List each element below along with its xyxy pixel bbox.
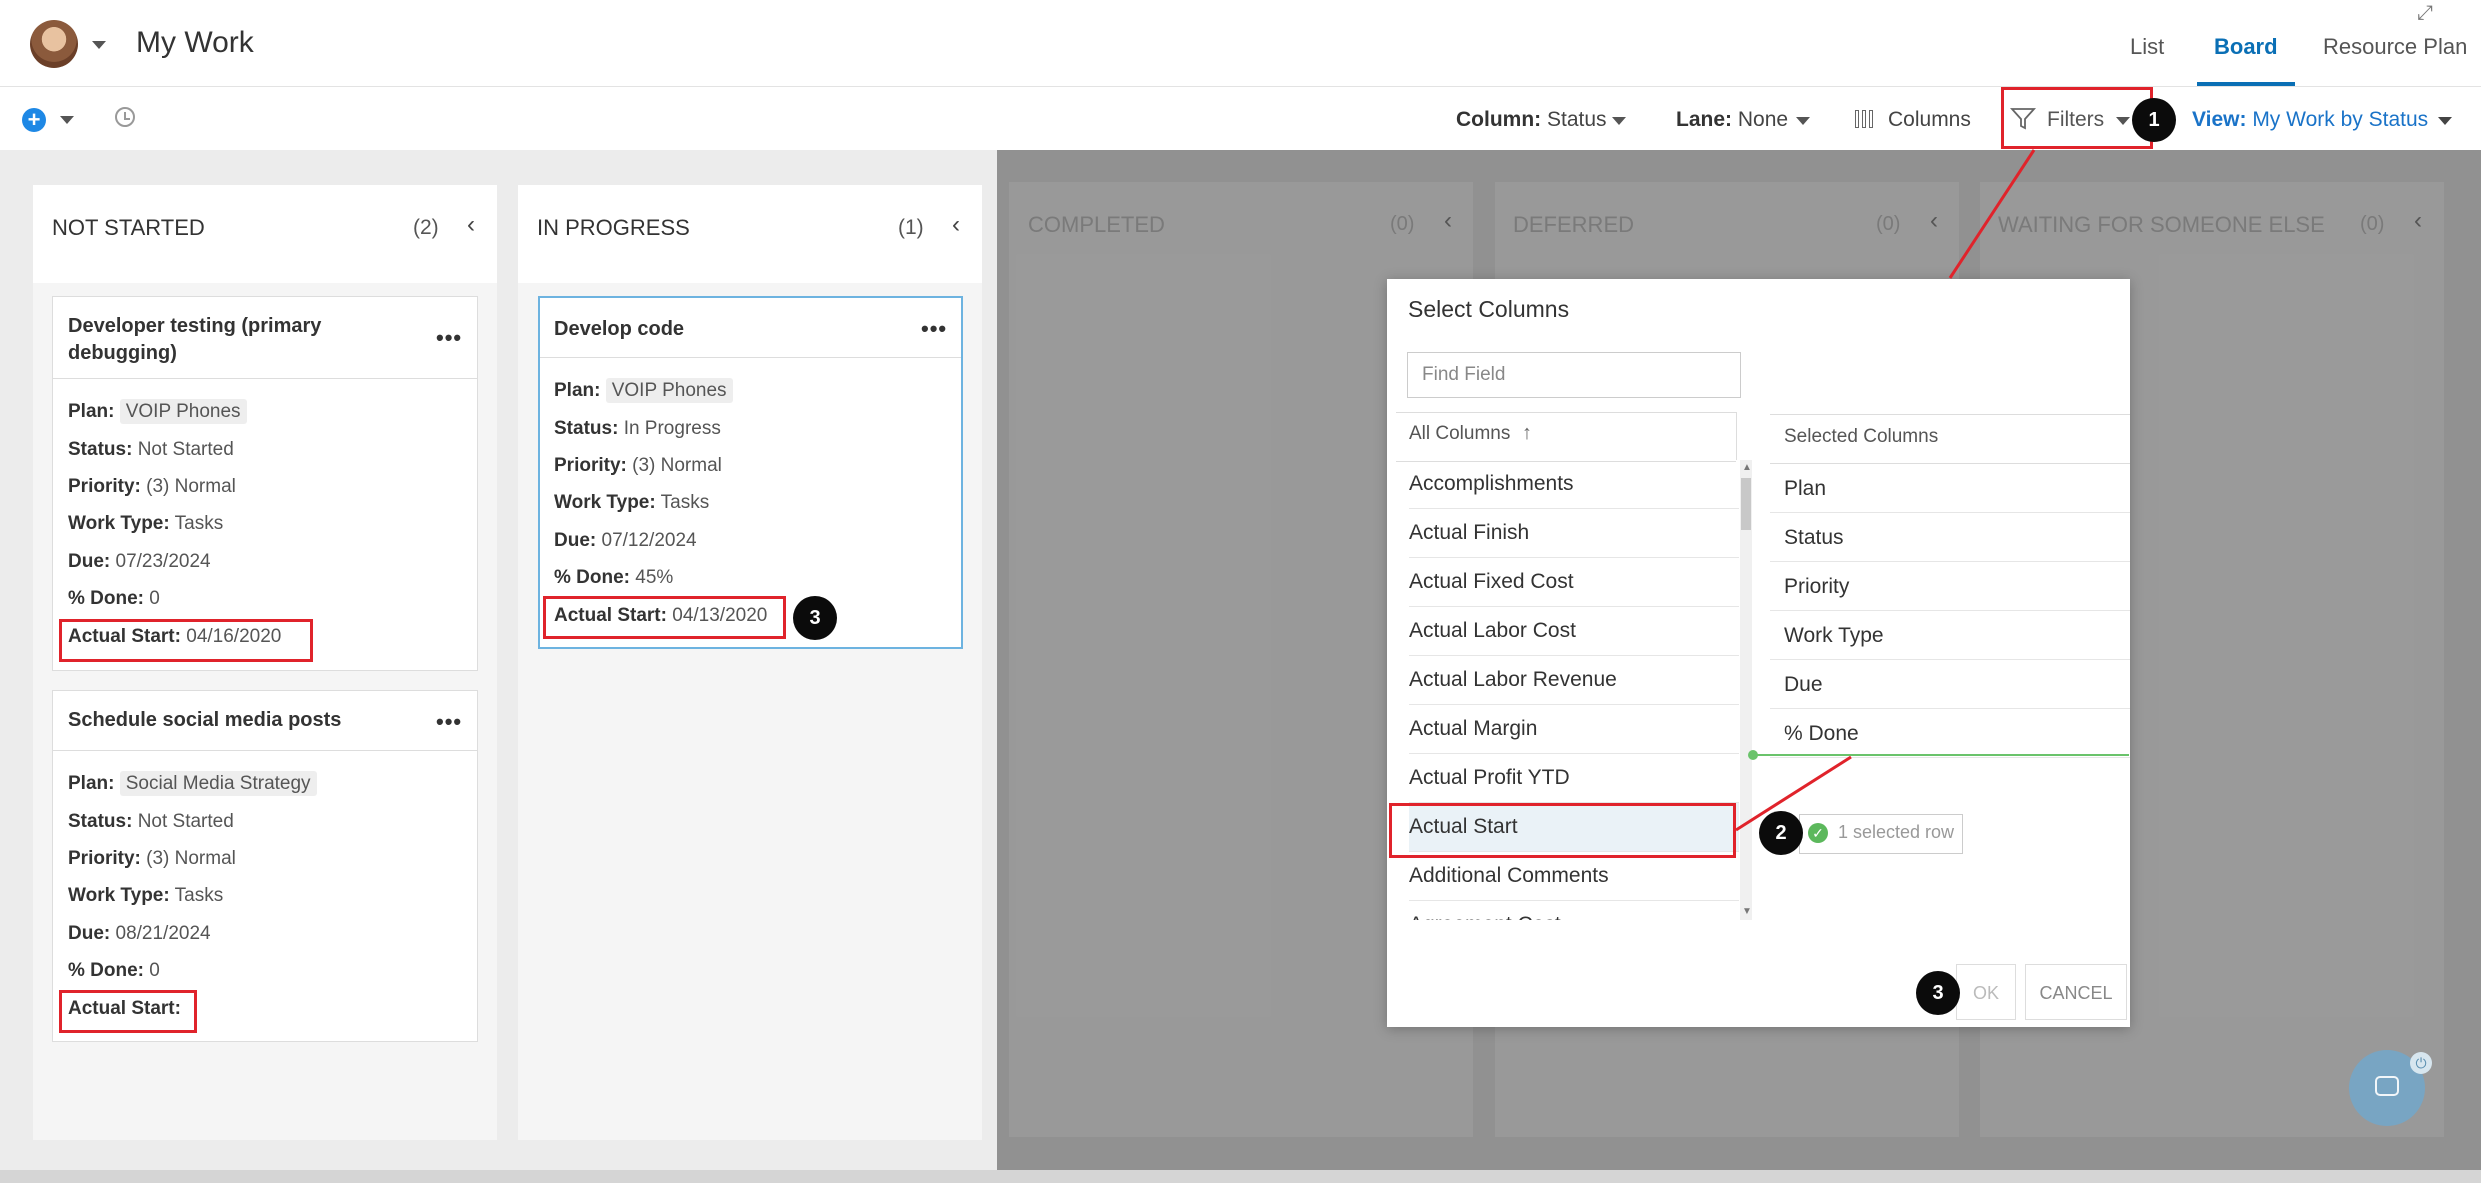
step-badge-1: 1 <box>2132 98 2176 142</box>
step-badge-3: 3 <box>1916 971 1960 1015</box>
annotation-lines <box>1735 149 2036 832</box>
power-icon[interactable]: ⏻ <box>2410 1052 2432 1074</box>
horizontal-scrollbar[interactable] <box>0 1170 2481 1183</box>
step-badge-2: 2 <box>1759 811 1803 855</box>
bot-icon <box>2375 1076 2399 1096</box>
